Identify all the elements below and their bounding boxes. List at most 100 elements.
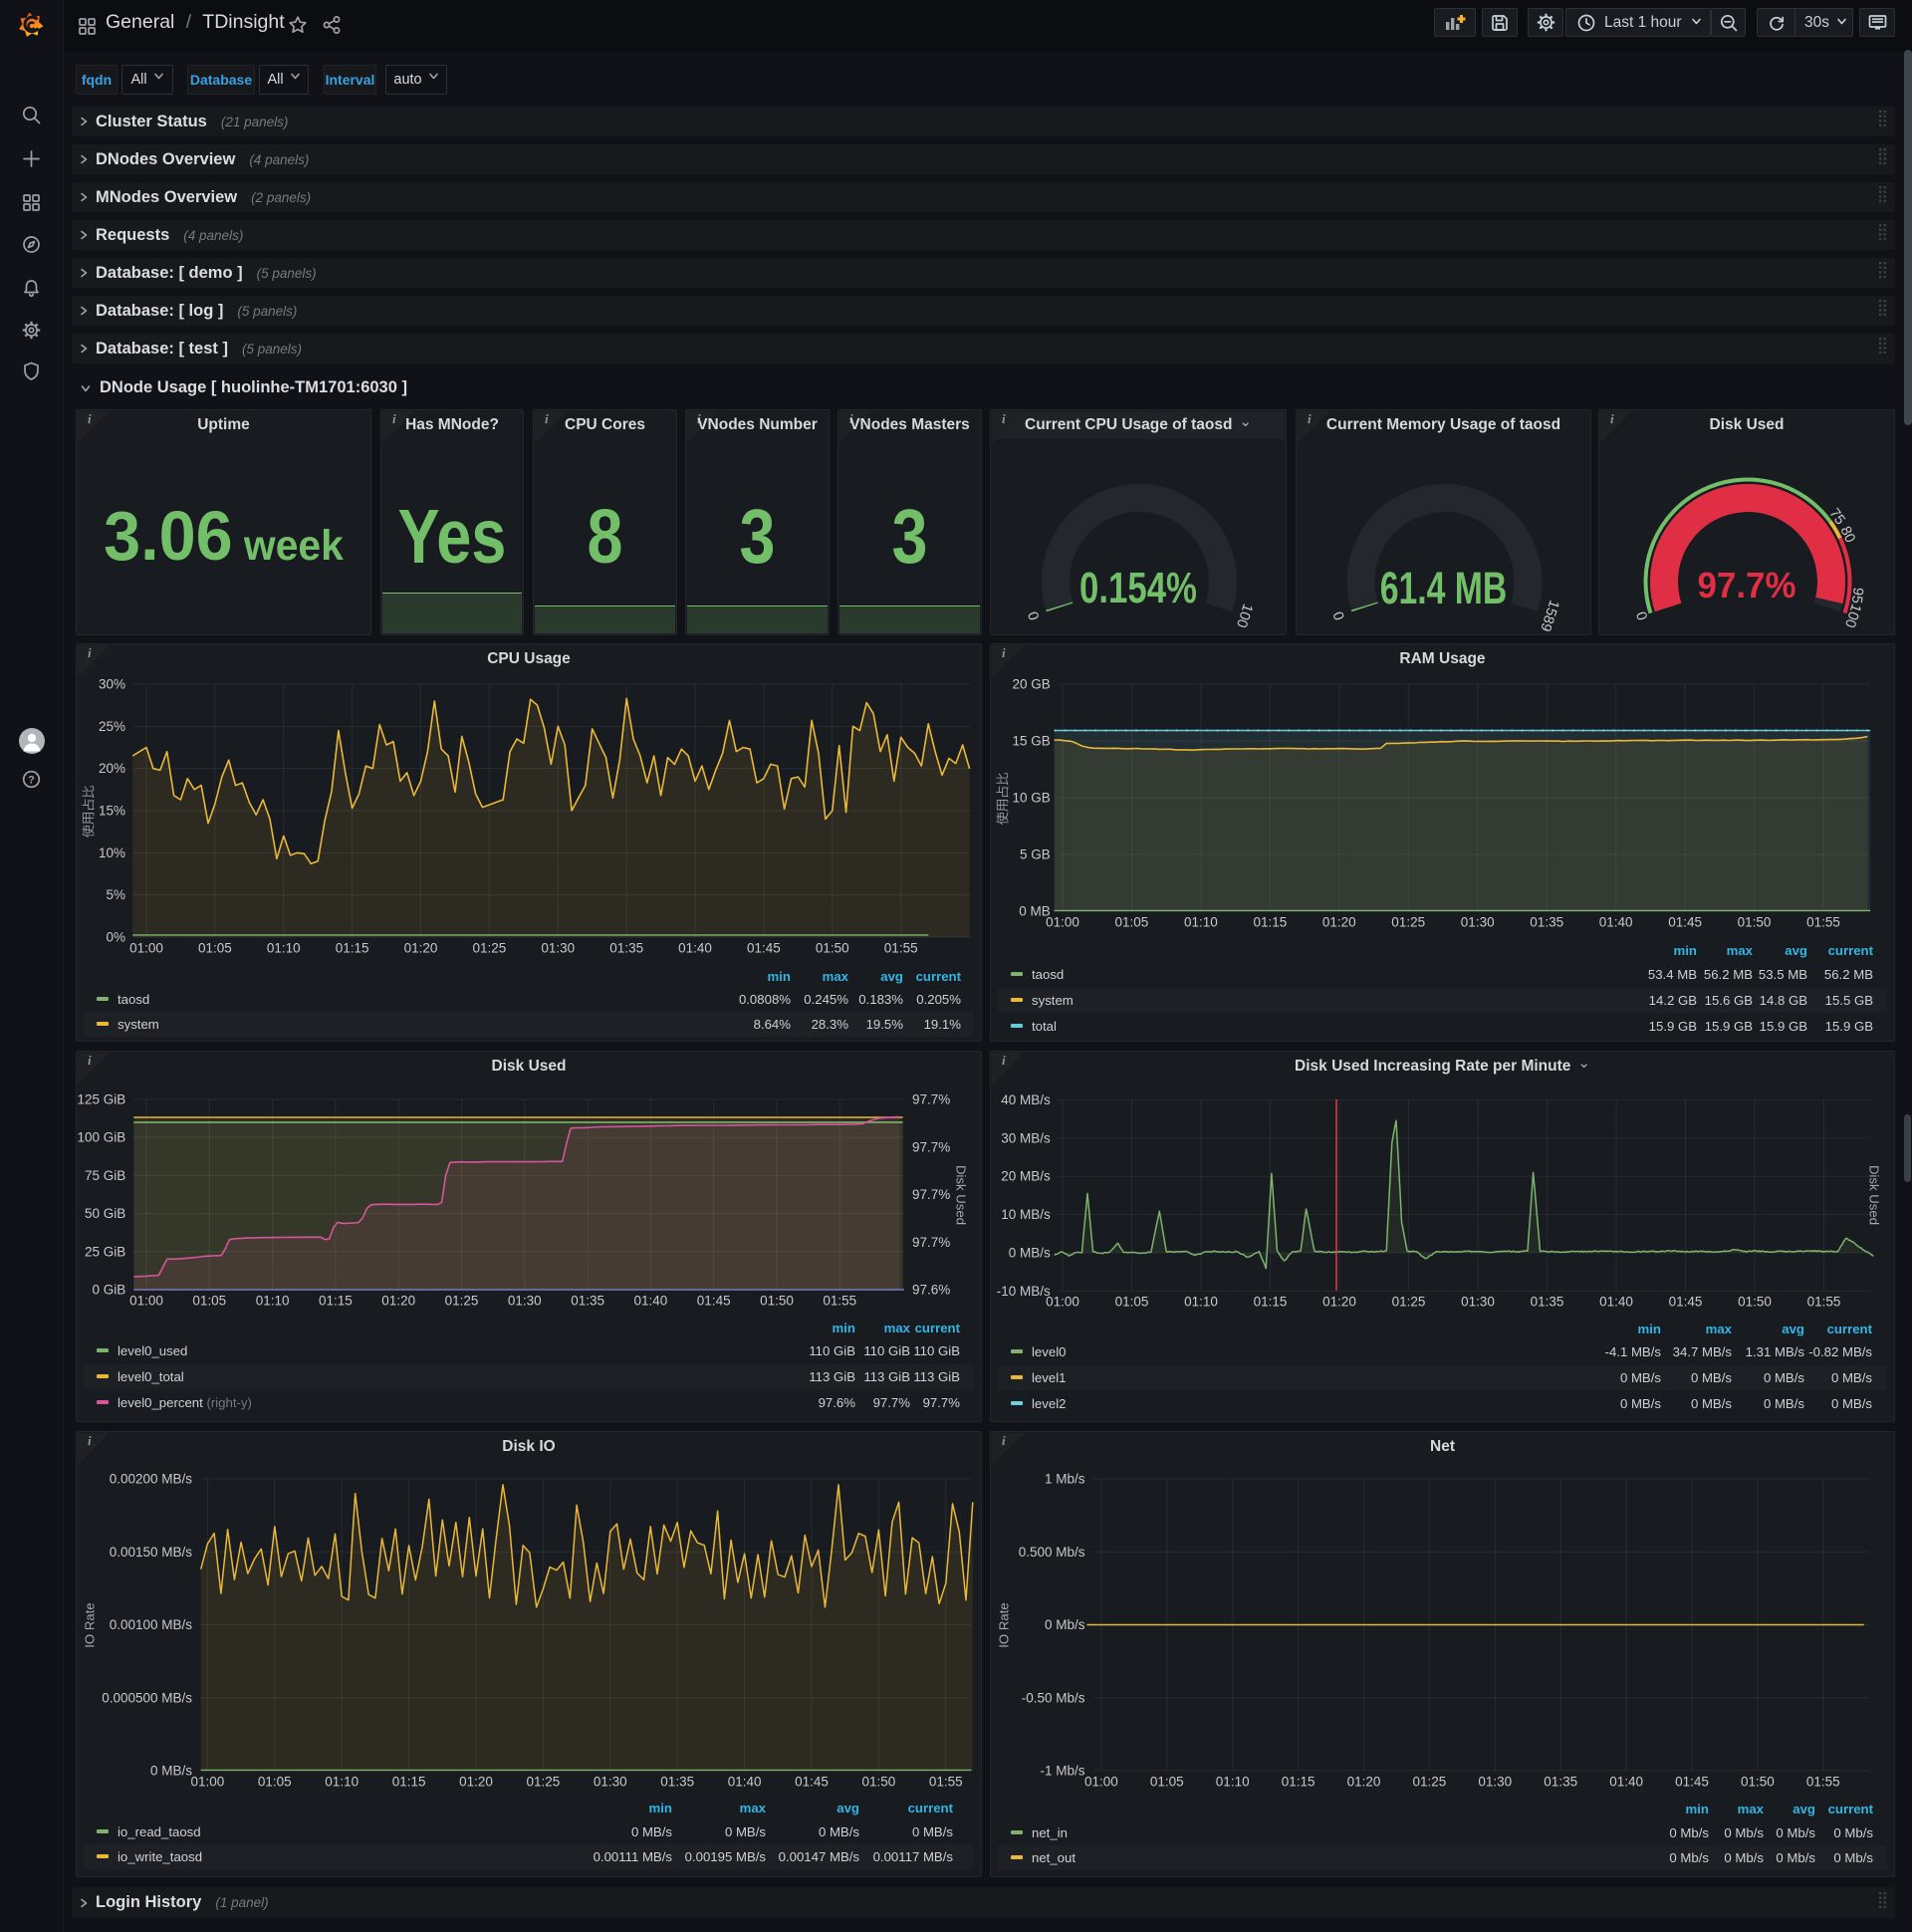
svg-text:15%: 15% (99, 804, 125, 819)
svg-text:01:15: 01:15 (1282, 1775, 1315, 1790)
svg-text:-1 Mb/s: -1 Mb/s (1040, 1764, 1084, 1779)
svg-text:0.00100 MB/s: 0.00100 MB/s (110, 1617, 193, 1632)
svg-text:01:15: 01:15 (319, 1294, 353, 1309)
svg-text:01:15: 01:15 (392, 1775, 426, 1790)
svg-text:01:00: 01:00 (191, 1775, 225, 1790)
svg-text:01:45: 01:45 (1675, 1775, 1709, 1790)
svg-text:01:20: 01:20 (1322, 915, 1356, 930)
svg-text:01:55: 01:55 (823, 1294, 856, 1309)
svg-text:0: 0 (1026, 609, 1044, 622)
svg-text:01:30: 01:30 (594, 1775, 627, 1790)
svg-text:01:00: 01:00 (129, 1294, 163, 1309)
svg-text:0: 0 (1634, 609, 1652, 622)
svg-text:5%: 5% (106, 887, 125, 902)
svg-text:01:25: 01:25 (1413, 1775, 1447, 1790)
svg-text:30%: 30% (99, 677, 125, 692)
svg-text:0.00200 MB/s: 0.00200 MB/s (110, 1472, 193, 1487)
svg-text:01:45: 01:45 (747, 941, 781, 956)
svg-text:01:50: 01:50 (760, 1294, 794, 1309)
svg-text:100: 100 (1841, 602, 1864, 629)
svg-text:97.6%: 97.6% (912, 1283, 950, 1298)
svg-text:?: ? (28, 775, 35, 787)
svg-text:20%: 20% (99, 761, 125, 776)
svg-text:01:45: 01:45 (697, 1294, 731, 1309)
svg-text:01:20: 01:20 (404, 941, 438, 956)
svg-text:01:40: 01:40 (1609, 1775, 1643, 1790)
svg-text:25 GiB: 25 GiB (85, 1244, 125, 1259)
svg-text:01:35: 01:35 (660, 1775, 694, 1790)
svg-text:01:05: 01:05 (192, 1294, 226, 1309)
svg-text:01:30: 01:30 (541, 941, 575, 956)
svg-text:01:05: 01:05 (198, 941, 232, 956)
svg-text:01:05: 01:05 (1115, 1295, 1149, 1310)
svg-text:01:35: 01:35 (1531, 1295, 1564, 1310)
svg-text:01:40: 01:40 (728, 1775, 762, 1790)
svg-text:01:25: 01:25 (473, 941, 507, 956)
svg-text:-0.50 Mb/s: -0.50 Mb/s (1022, 1690, 1085, 1705)
svg-text:0: 0 (1330, 609, 1348, 622)
svg-text:0 MB/s: 0 MB/s (1009, 1246, 1051, 1261)
svg-text:20 MB/s: 20 MB/s (1001, 1169, 1051, 1184)
svg-text:01:25: 01:25 (445, 1294, 479, 1309)
svg-text:0%: 0% (106, 930, 125, 945)
svg-text:10%: 10% (99, 845, 125, 860)
svg-text:01:10: 01:10 (267, 941, 301, 956)
svg-text:01:35: 01:35 (1530, 915, 1563, 930)
svg-text:01:10: 01:10 (1216, 1775, 1250, 1790)
svg-text:01:00: 01:00 (1084, 1775, 1118, 1790)
svg-text:97.7%: 97.7% (912, 1092, 950, 1107)
svg-text:01:50: 01:50 (816, 941, 849, 956)
svg-text:01:55: 01:55 (1807, 1295, 1841, 1310)
svg-text:0.000500 MB/s: 0.000500 MB/s (102, 1690, 192, 1705)
svg-text:01:50: 01:50 (1741, 1775, 1775, 1790)
svg-text:01:50: 01:50 (862, 1775, 896, 1790)
svg-text:40 MB/s: 40 MB/s (1001, 1092, 1051, 1107)
svg-text:125 GiB: 125 GiB (78, 1092, 126, 1107)
svg-text:0 GiB: 0 GiB (93, 1283, 126, 1298)
svg-text:10 MB/s: 10 MB/s (1001, 1207, 1051, 1222)
svg-text:15 GB: 15 GB (1013, 734, 1051, 749)
svg-text:01:45: 01:45 (795, 1775, 829, 1790)
svg-text:01:15: 01:15 (336, 941, 369, 956)
svg-text:97.7%: 97.7% (912, 1235, 950, 1250)
svg-text:0.500 Mb/s: 0.500 Mb/s (1019, 1545, 1085, 1560)
svg-text:01:40: 01:40 (678, 941, 712, 956)
svg-text:01:20: 01:20 (459, 1775, 493, 1790)
svg-text:30 MB/s: 30 MB/s (1001, 1130, 1051, 1145)
svg-text:01:35: 01:35 (571, 1294, 604, 1309)
svg-text:01:20: 01:20 (1347, 1775, 1381, 1790)
svg-text:100 GiB: 100 GiB (78, 1130, 126, 1145)
svg-text:20 GB: 20 GB (1013, 677, 1051, 692)
svg-text:01:30: 01:30 (508, 1294, 542, 1309)
svg-text:1 Mb/s: 1 Mb/s (1045, 1472, 1085, 1487)
svg-text:25%: 25% (99, 719, 125, 734)
svg-text:01:40: 01:40 (1599, 915, 1633, 930)
svg-text:01:00: 01:00 (1046, 915, 1079, 930)
svg-text:75: 75 (1825, 506, 1847, 528)
svg-text:01:10: 01:10 (1184, 1295, 1218, 1310)
svg-text:5 GB: 5 GB (1020, 847, 1051, 862)
svg-text:75 GiB: 75 GiB (85, 1168, 125, 1183)
svg-text:01:25: 01:25 (1391, 915, 1425, 930)
svg-text:01:15: 01:15 (1254, 1295, 1288, 1310)
svg-text:01:55: 01:55 (884, 941, 918, 956)
svg-text:01:10: 01:10 (1184, 915, 1218, 930)
svg-text:01:55: 01:55 (1806, 915, 1840, 930)
svg-text:01:30: 01:30 (1478, 1775, 1512, 1790)
svg-text:-10 MB/s: -10 MB/s (997, 1284, 1051, 1299)
svg-text:01:30: 01:30 (1461, 1295, 1495, 1310)
svg-text:01:25: 01:25 (1392, 1295, 1426, 1310)
svg-text:01:55: 01:55 (929, 1775, 963, 1790)
svg-text:0.00150 MB/s: 0.00150 MB/s (110, 1545, 193, 1560)
svg-text:97.7%: 97.7% (912, 1139, 950, 1154)
svg-text:01:10: 01:10 (325, 1775, 358, 1790)
svg-text:01:25: 01:25 (527, 1775, 561, 1790)
svg-text:01:40: 01:40 (634, 1294, 668, 1309)
svg-text:01:45: 01:45 (1668, 915, 1702, 930)
svg-text:01:35: 01:35 (609, 941, 643, 956)
svg-text:01:45: 01:45 (1669, 1295, 1703, 1310)
svg-text:01:00: 01:00 (129, 941, 163, 956)
svg-text:01:15: 01:15 (1254, 915, 1288, 930)
svg-text:0 Mb/s: 0 Mb/s (1045, 1617, 1085, 1632)
svg-text:01:05: 01:05 (1150, 1775, 1184, 1790)
